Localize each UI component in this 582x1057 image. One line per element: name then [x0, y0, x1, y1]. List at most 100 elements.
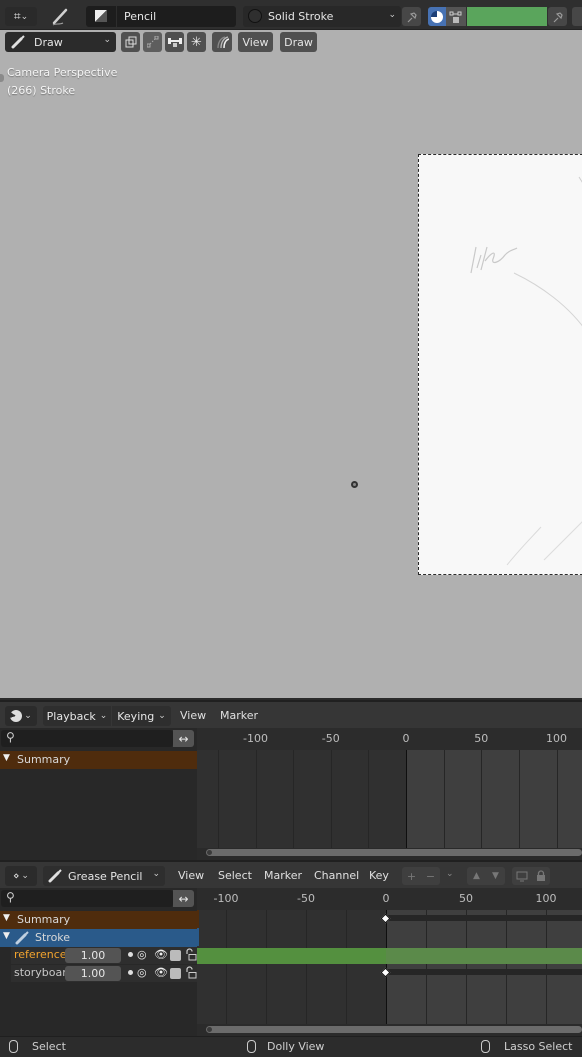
grease-pencil-object-icon	[15, 931, 29, 945]
brush-preview-icon	[95, 10, 107, 22]
snowflake-icon[interactable]: ✳	[187, 32, 206, 52]
chevron-down-icon[interactable]: ⌄	[446, 869, 454, 879]
dopesheet-graph[interactable]	[197, 910, 582, 1024]
grid-line	[293, 750, 295, 848]
pencil-tool-icon[interactable]	[50, 6, 70, 26]
pre-range-shade	[197, 750, 406, 848]
region-expand-handle[interactable]	[0, 74, 4, 82]
color-material-icon[interactable]	[428, 7, 446, 26]
timeline-channel-region	[0, 728, 197, 860]
3d-cursor-icon[interactable]	[351, 481, 358, 488]
search-icon: ⚲	[6, 730, 15, 744]
use-lights-icon[interactable]	[128, 970, 133, 975]
color-swatch[interactable]	[467, 7, 547, 26]
material-selector[interactable]: Solid Stroke ⌄	[243, 6, 401, 27]
swap-arrows-icon[interactable]: ↔	[173, 890, 194, 907]
eye-icon[interactable]: 👁	[154, 948, 168, 961]
stroke-placement-icon[interactable]	[121, 32, 140, 52]
layer-channel[interactable]: references 1.00 ◎ 👁	[11, 947, 197, 964]
swap-arrows-icon[interactable]: ↔	[173, 730, 194, 747]
keying-menu[interactable]: Keying ⌄	[112, 706, 171, 726]
mouse-left-icon	[9, 1040, 18, 1053]
grid-line	[506, 910, 507, 1024]
summary-channel[interactable]: ▼ Summary	[0, 911, 197, 929]
marker-menu[interactable]: Marker	[220, 709, 258, 722]
viewport-3d[interactable]: Camera Perspective (266) Stroke	[0, 30, 582, 698]
grid-line	[426, 910, 427, 1024]
summary-label: Summary	[17, 753, 71, 766]
timeline-scrollbar[interactable]	[206, 849, 582, 856]
grid-line	[306, 910, 307, 1024]
dopesheet-scrollbar[interactable]	[206, 1026, 582, 1033]
chevron-down-icon: ⌄	[388, 10, 396, 20]
summary-hold-bar	[386, 915, 582, 921]
ruler-tick-label: 0	[402, 732, 410, 745]
mode-dropdown[interactable]: Draw ⌄	[5, 32, 116, 52]
channel-menu[interactable]: Channel	[314, 869, 359, 882]
onion-skin-icon[interactable]	[212, 32, 232, 52]
select-menu[interactable]: Select	[218, 869, 252, 882]
checkbox-icon[interactable]	[170, 950, 181, 961]
view-menu[interactable]: View	[180, 709, 206, 722]
dopesheet-ruler[interactable]: -100 -50 0 50 100	[197, 888, 582, 910]
object-row-tint	[197, 928, 199, 946]
channel-search-input[interactable]: ⚲	[1, 890, 173, 907]
expand-triangle-icon: ▼	[3, 753, 10, 763]
key-menu[interactable]: Key	[369, 869, 389, 882]
minus-icon[interactable]: −	[421, 867, 440, 885]
grid-line	[368, 750, 370, 848]
editor-type-button[interactable]: ⌗ ⌄	[5, 7, 37, 26]
timeline-ruler[interactable]: -100 -50 0 50 100	[197, 728, 582, 750]
editor-type-button[interactable]: ⌄	[5, 706, 37, 726]
checkbox-icon[interactable]	[170, 968, 181, 979]
ruler-tick-label: 0	[382, 892, 390, 905]
eye-icon[interactable]: 👁	[154, 966, 168, 979]
grid-line	[346, 910, 347, 1024]
material-sphere-icon	[248, 9, 262, 23]
sketch-strokes	[470, 176, 582, 566]
pin-icon[interactable]	[548, 7, 567, 26]
plus-icon[interactable]: +	[402, 867, 421, 885]
storyboard-hold-bar	[386, 969, 582, 975]
lock-icon[interactable]	[531, 867, 550, 885]
timeline-graph[interactable]	[197, 750, 582, 848]
marker-menu[interactable]: Marker	[264, 869, 302, 882]
draw-brush-icon	[11, 35, 25, 49]
move-up-icon[interactable]: ▲	[467, 867, 486, 885]
sculpt-mask-icon[interactable]	[165, 32, 184, 52]
object-channel[interactable]: ▼ Stroke	[0, 929, 197, 947]
grid-line	[443, 750, 445, 848]
layer-name[interactable]: references	[14, 948, 66, 961]
display-icon[interactable]	[512, 867, 531, 885]
summary-channel[interactable]: ▼ Summary	[0, 751, 197, 769]
guides-icon[interactable]	[143, 32, 162, 52]
layer-opacity-field[interactable]: 1.00	[65, 966, 121, 981]
mode-dropdown[interactable]: Grease Pencil ⌄	[43, 866, 165, 886]
view-menu[interactable]: View	[238, 32, 273, 52]
pin-icon[interactable]	[402, 7, 421, 26]
status-dolly-view: Dolly View	[267, 1040, 325, 1053]
object-label: Stroke	[35, 931, 71, 944]
move-down-icon[interactable]: ▼	[486, 867, 505, 885]
onion-skin-icon[interactable]: ◎	[137, 948, 147, 961]
unlock-icon[interactable]	[185, 966, 197, 979]
layer-channel[interactable]: storyboard 1.00 ◎ 👁	[11, 965, 197, 982]
view-menu[interactable]: View	[178, 869, 204, 882]
editor-type-button[interactable]: ⋄ ⌄	[5, 866, 37, 886]
layer-opacity-field[interactable]: 1.00	[65, 948, 121, 963]
mode-label: Draw	[34, 35, 63, 49]
mouse-middle-icon	[247, 1040, 256, 1053]
use-lights-icon[interactable]	[128, 952, 133, 957]
grid-line	[406, 750, 407, 848]
layer-name[interactable]: storyboard	[14, 966, 66, 979]
vertex-color-icon[interactable]	[446, 7, 466, 26]
grid-line	[266, 910, 267, 1024]
overflow-button[interactable]	[572, 7, 582, 26]
onion-skin-icon[interactable]: ◎	[137, 966, 147, 979]
unlock-icon[interactable]	[185, 948, 197, 961]
draw-menu[interactable]: Draw	[280, 32, 317, 52]
brush-selector[interactable]: Pencil	[86, 6, 236, 27]
playback-menu[interactable]: Playback ⌄	[43, 706, 111, 726]
channel-search-input[interactable]: ⚲	[1, 730, 173, 747]
chevron-down-icon: ⌄	[103, 35, 111, 45]
